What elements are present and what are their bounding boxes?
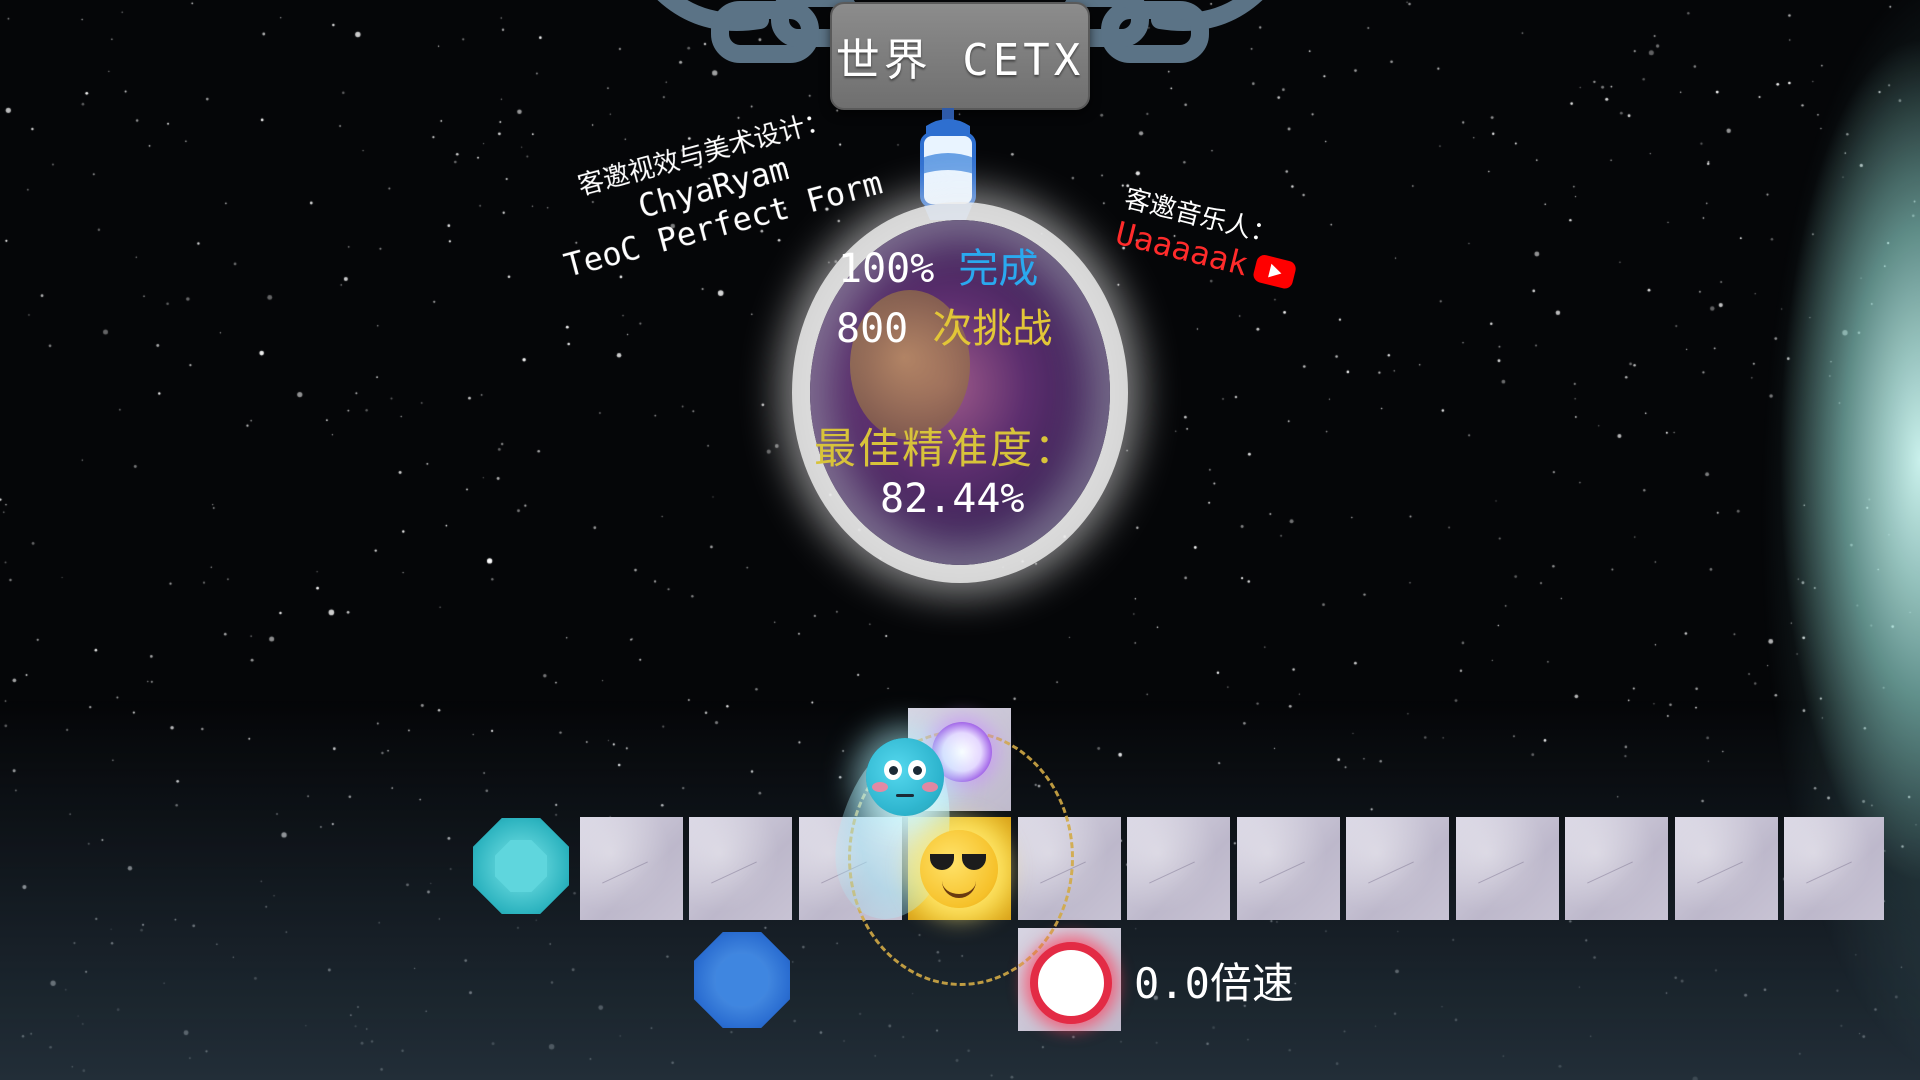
completion-stat: 100% 完成: [838, 236, 1038, 294]
playback-speed-label[interactable]: 0.0倍速: [1134, 950, 1294, 1011]
attempts-value: 800: [836, 306, 909, 352]
track-tile: [1127, 817, 1230, 920]
fire-planet-sunglasses-icon: [920, 830, 998, 908]
level-title: 世界 CETX: [835, 35, 1085, 86]
track-tile: [1565, 817, 1668, 920]
best-accuracy-value: 82.44%: [880, 476, 1025, 522]
red-record-orb-icon[interactable]: [1030, 942, 1112, 1024]
lantern-icon: [920, 108, 976, 220]
track-tile: [1456, 817, 1559, 920]
completion-label: 完成: [958, 246, 1039, 292]
blue-gem-icon[interactable]: [694, 932, 790, 1028]
track-tile: [1675, 817, 1778, 920]
track-tile: [1237, 817, 1340, 920]
youtube-icon[interactable]: [1251, 253, 1298, 291]
attempts-label: 次挑战: [932, 306, 1053, 352]
cyan-gem-icon[interactable]: [473, 818, 569, 914]
attempts-stat: 800 次挑战: [836, 296, 1052, 354]
track-tile: [1784, 817, 1884, 920]
game-scene: 世界 CETX 100% 完成 800 次挑战 最佳精准度： 82.44% 客邀…: [0, 0, 1920, 1080]
track-tile: [1346, 817, 1449, 920]
ice-planet-flushed-icon: [866, 738, 944, 816]
completion-value: 100%: [838, 246, 935, 292]
best-accuracy-label: 最佳精准度：: [814, 424, 1079, 473]
track-tile: [689, 817, 792, 920]
track-tile: [580, 817, 683, 920]
